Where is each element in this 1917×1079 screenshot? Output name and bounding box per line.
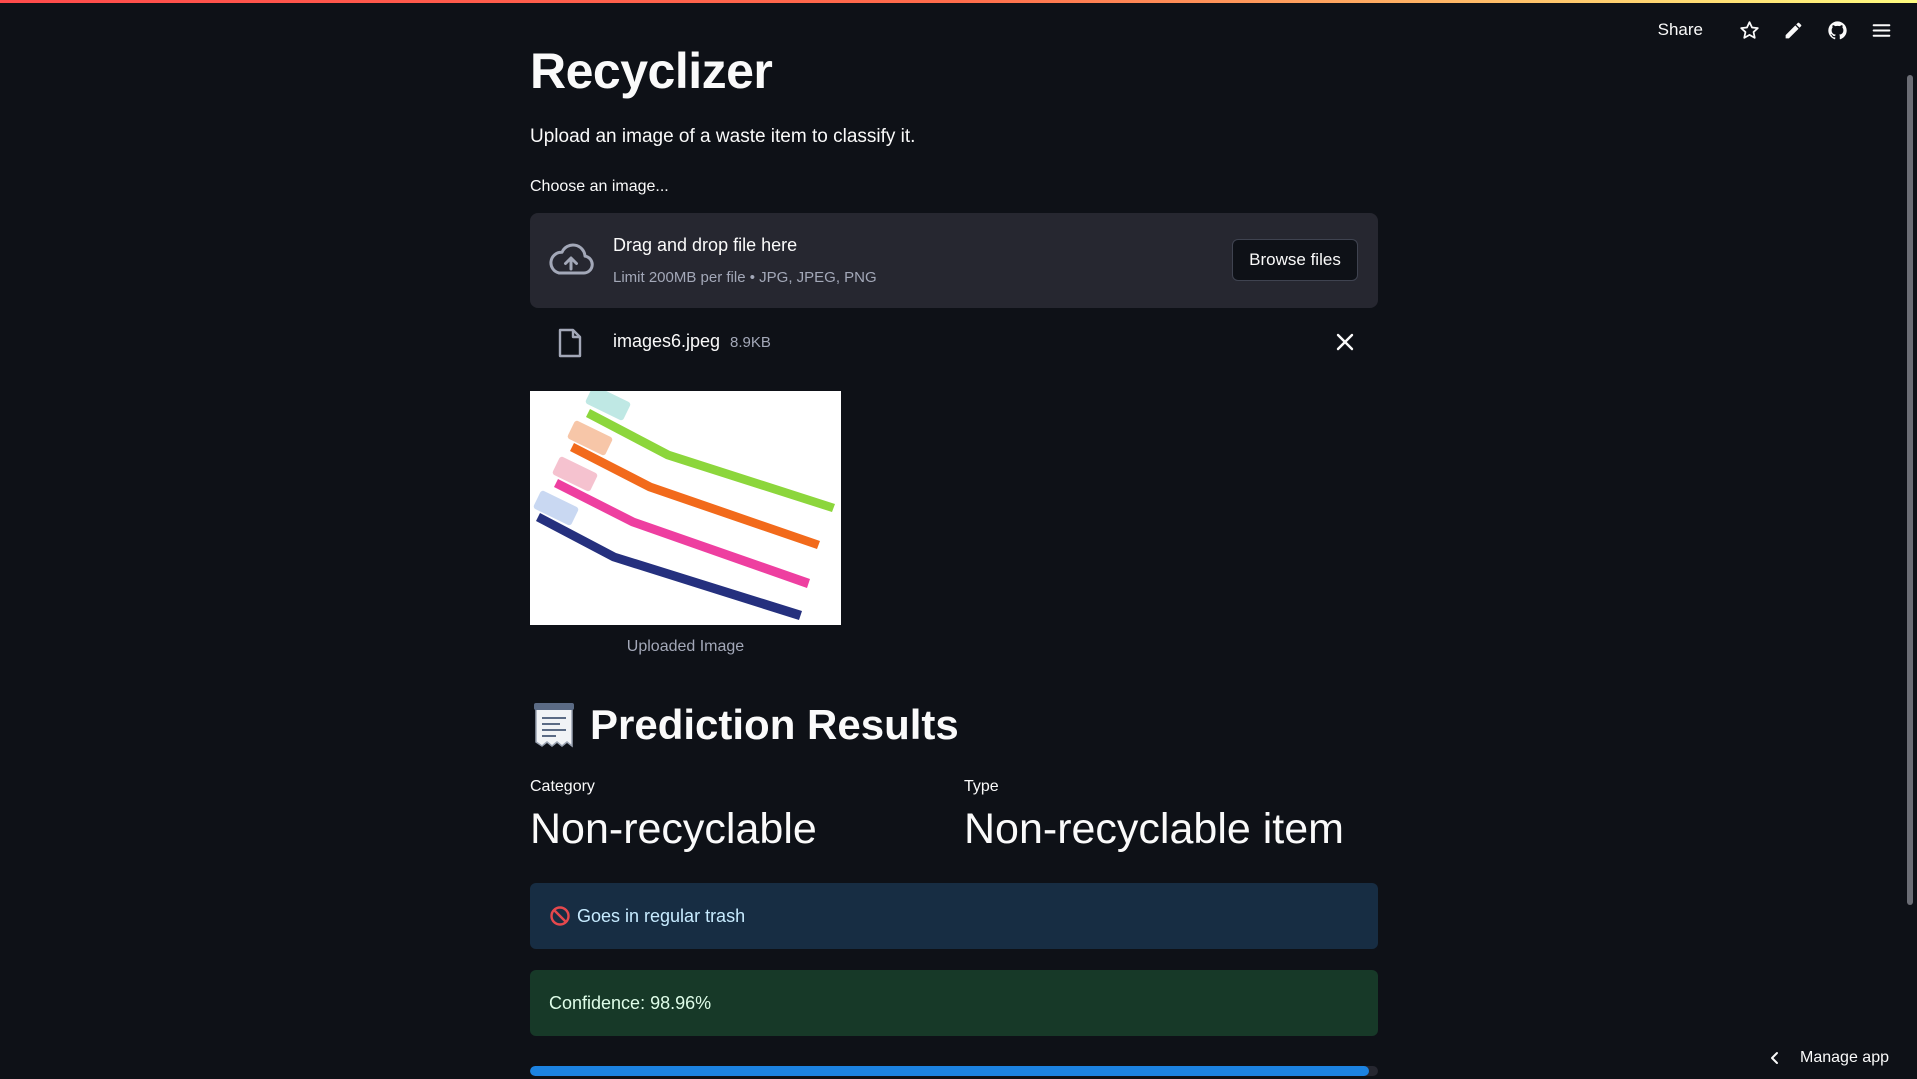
type-label: Type [964, 778, 999, 795]
toothbrush-green [585, 391, 835, 512]
category-metric: Category Non-recyclable [530, 778, 817, 851]
manage-app-button[interactable]: Manage app [1768, 1049, 1889, 1067]
toothbrush-pink [552, 456, 810, 588]
uploader-label: Choose an image... [530, 178, 669, 195]
cloud-upload-icon [549, 243, 594, 275]
uploaded-file-row: images6.jpeg 8.9KB [530, 322, 1378, 364]
dropzone-limit-text: Limit 200MB per file • JPG, JPEG, PNG [613, 269, 877, 286]
close-icon[interactable] [1334, 331, 1356, 353]
page-title: Recyclizer [530, 43, 773, 99]
type-value: Non-recyclable item [964, 805, 1344, 853]
category-value: Non-recyclable [530, 805, 817, 853]
app-header: Share [1658, 0, 1917, 60]
toothbrush-blue [533, 490, 802, 620]
page-scrollbar[interactable] [1907, 75, 1913, 905]
file-dropzone[interactable]: Drag and drop file here Limit 200MB per … [530, 213, 1378, 308]
image-caption: Uploaded Image [626, 638, 745, 655]
disposal-text: Goes in regular trash [577, 905, 746, 926]
share-button[interactable]: Share [1658, 20, 1703, 40]
toothbrush-orange [567, 420, 820, 549]
manage-app-label: Manage app [1800, 1049, 1889, 1066]
receipt-icon [534, 703, 574, 748]
uploaded-file-name: images6.jpeg [613, 331, 721, 351]
confidence-progress-bar [530, 1066, 1378, 1076]
star-icon[interactable] [1727, 8, 1771, 52]
pencil-icon[interactable] [1771, 8, 1815, 52]
file-icon [558, 328, 582, 358]
confidence-text: Confidence: 98.96% [549, 992, 712, 1013]
confidence-alert: Confidence: 98.96% [530, 970, 1378, 1036]
prohibited-icon [550, 906, 570, 926]
toothbrushes-image [533, 391, 835, 620]
menu-icon[interactable] [1859, 8, 1903, 52]
category-label: Category [530, 778, 595, 795]
github-icon[interactable] [1815, 8, 1859, 52]
uploaded-image-preview [530, 391, 841, 625]
uploaded-file-size: 8.9KB [730, 334, 771, 351]
dropzone-title: Drag and drop file here [613, 235, 798, 255]
results-title-text: Prediction Results [590, 701, 959, 748]
page-subtitle: Upload an image of a waste item to class… [530, 126, 916, 147]
chevron-left-icon [1771, 1052, 1779, 1064]
top-decoration-bar [0, 0, 1917, 3]
type-metric: Type Non-recyclable item [964, 778, 1344, 851]
results-heading: Prediction Results [530, 700, 959, 750]
browse-files-button[interactable]: Browse files [1232, 239, 1358, 281]
confidence-progress-fill [530, 1066, 1370, 1076]
disposal-info-alert: Goes in regular trash [530, 883, 1378, 949]
